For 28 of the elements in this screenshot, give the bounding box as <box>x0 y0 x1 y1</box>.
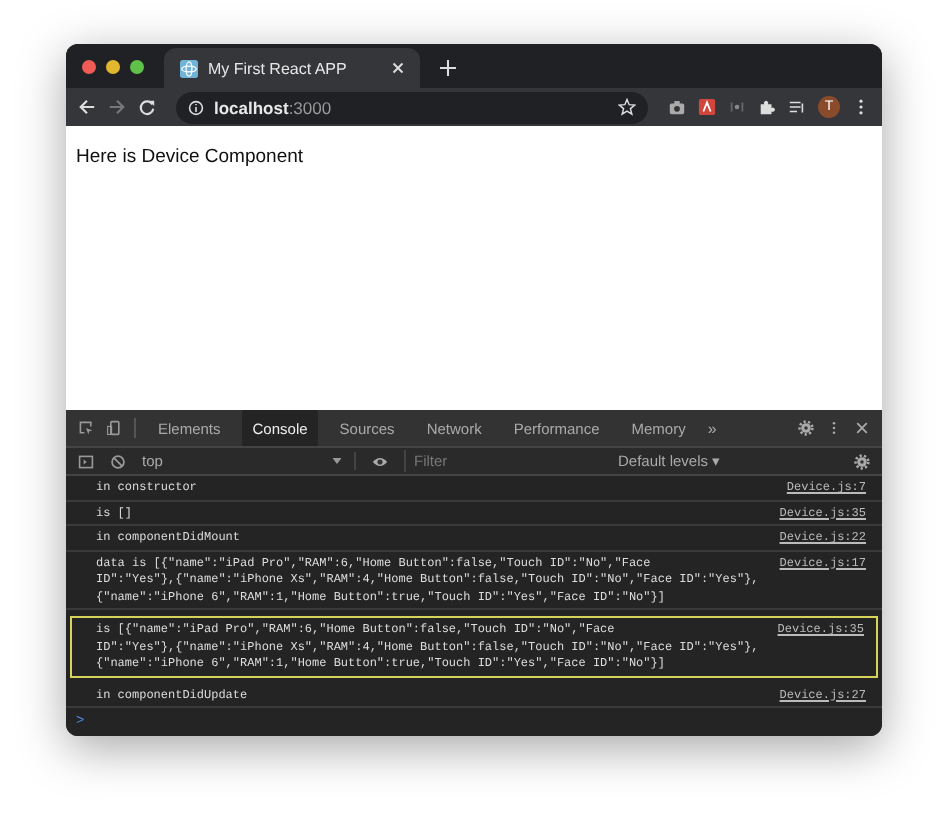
new-tab-icon[interactable] <box>440 60 456 77</box>
browser-tab[interactable]: My First React APP <box>164 48 420 89</box>
extension-icon[interactable] <box>698 98 716 117</box>
eye-icon[interactable] <box>372 453 388 469</box>
close-dot-icon[interactable] <box>82 59 96 74</box>
forward-icon[interactable] <box>108 98 126 117</box>
page-text: Here is Device Component <box>76 146 304 169</box>
react-icon <box>180 59 198 78</box>
star-icon[interactable] <box>618 98 636 117</box>
inspect-icon[interactable] <box>78 420 94 436</box>
puzzle-icon[interactable] <box>758 98 776 117</box>
reload-icon[interactable] <box>138 98 156 117</box>
clear-console-icon[interactable] <box>110 453 126 469</box>
caret-icon <box>332 458 342 464</box>
info-icon <box>188 99 204 116</box>
maximize-dot-icon[interactable] <box>130 59 144 74</box>
back-icon[interactable] <box>78 98 96 117</box>
tab-title: My First React APP <box>208 59 349 78</box>
settings-icon[interactable] <box>854 453 870 469</box>
close-icon[interactable] <box>854 420 870 436</box>
address-bar[interactable]: localhost:3000 <box>176 91 648 124</box>
camera-icon[interactable] <box>668 98 686 117</box>
device-icon[interactable] <box>106 420 122 436</box>
media-icon[interactable] <box>788 98 806 117</box>
sidebar-toggle-icon[interactable] <box>78 453 94 469</box>
settings-icon[interactable] <box>798 420 814 436</box>
minimize-dot-icon[interactable] <box>106 59 120 74</box>
more-tabs-button[interactable]: » <box>707 419 717 437</box>
